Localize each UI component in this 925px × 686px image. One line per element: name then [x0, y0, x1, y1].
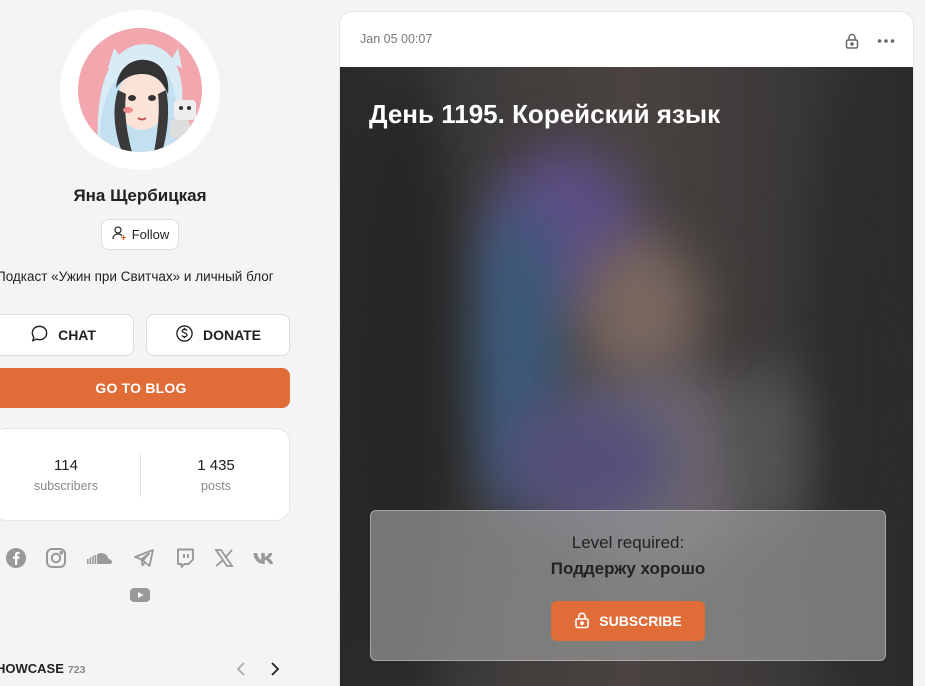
level-required-label: Level required:: [571, 533, 685, 552]
avatar-frame: [60, 10, 220, 170]
showcase-label: HOWCASE: [0, 661, 64, 676]
chevron-right-icon: [271, 662, 280, 676]
showcase-heading: HOWCASE 723: [0, 661, 85, 676]
locked-content-panel: Level required: Поддержу хорошо SUBSCRIB…: [370, 510, 886, 661]
dollar-coin-icon: [175, 324, 194, 346]
facebook-icon[interactable]: [4, 546, 28, 570]
subscribers-count: 114: [54, 457, 78, 474]
chat-label: CHAT: [58, 327, 96, 343]
donate-button[interactable]: DONATE: [146, 314, 290, 356]
showcase-next-button[interactable]: [265, 658, 285, 680]
x-icon[interactable]: [212, 546, 236, 570]
required-level-name: Поддержу хорошо: [550, 559, 706, 578]
cover-blur-shape: [580, 237, 700, 387]
stats-card: 114 subscribers 1 435 posts: [0, 428, 290, 521]
posts-label: posts: [201, 479, 231, 493]
subscribers-stat[interactable]: 114 subscribers: [1, 457, 131, 493]
go-to-blog-button[interactable]: GO TO BLOG: [0, 368, 290, 408]
soundcloud-icon[interactable]: [86, 546, 114, 570]
subscribe-button[interactable]: SUBSCRIBE: [551, 601, 705, 641]
post-card: Jan 05 00:07 День 1195. Корейский язык L…: [339, 11, 914, 686]
chat-bubble-icon: [30, 324, 49, 346]
vk-icon[interactable]: [252, 546, 278, 570]
chat-button[interactable]: CHAT: [0, 314, 134, 356]
follow-button[interactable]: Follow: [101, 219, 179, 250]
more-options-icon[interactable]: [876, 31, 896, 56]
post-title[interactable]: День 1195. Корейский язык: [369, 99, 720, 130]
follow-label: Follow: [131, 227, 170, 242]
avatar-illustration: [78, 28, 202, 152]
cover-blur-shape: [500, 397, 670, 527]
avatar[interactable]: [78, 28, 202, 152]
post-cover-blurred: День 1195. Корейский язык Level required…: [340, 67, 913, 686]
lock-icon: [842, 31, 862, 56]
twitch-icon[interactable]: [173, 546, 197, 570]
post-date: Jan 05 00:07: [360, 32, 433, 46]
showcase-prev-button[interactable]: [231, 658, 251, 680]
subscribers-label: subscribers: [34, 479, 98, 493]
posts-stat[interactable]: 1 435 posts: [151, 457, 281, 493]
author-bio: Подкаст «Ужин при Свитчах» и личный блог: [0, 269, 274, 284]
showcase-count: 723: [67, 664, 86, 676]
posts-count: 1 435: [197, 457, 235, 474]
stats-divider: [140, 453, 141, 497]
subscribe-label: SUBSCRIBE: [599, 613, 682, 629]
telegram-icon[interactable]: [132, 546, 156, 570]
lock-icon: [574, 611, 590, 632]
add-user-icon: [111, 225, 127, 244]
instagram-icon[interactable]: [44, 546, 68, 570]
author-name: Яна Щербицкая: [73, 186, 207, 205]
chevron-left-icon: [236, 662, 245, 676]
donate-label: DONATE: [202, 327, 262, 343]
youtube-icon[interactable]: [128, 583, 152, 607]
